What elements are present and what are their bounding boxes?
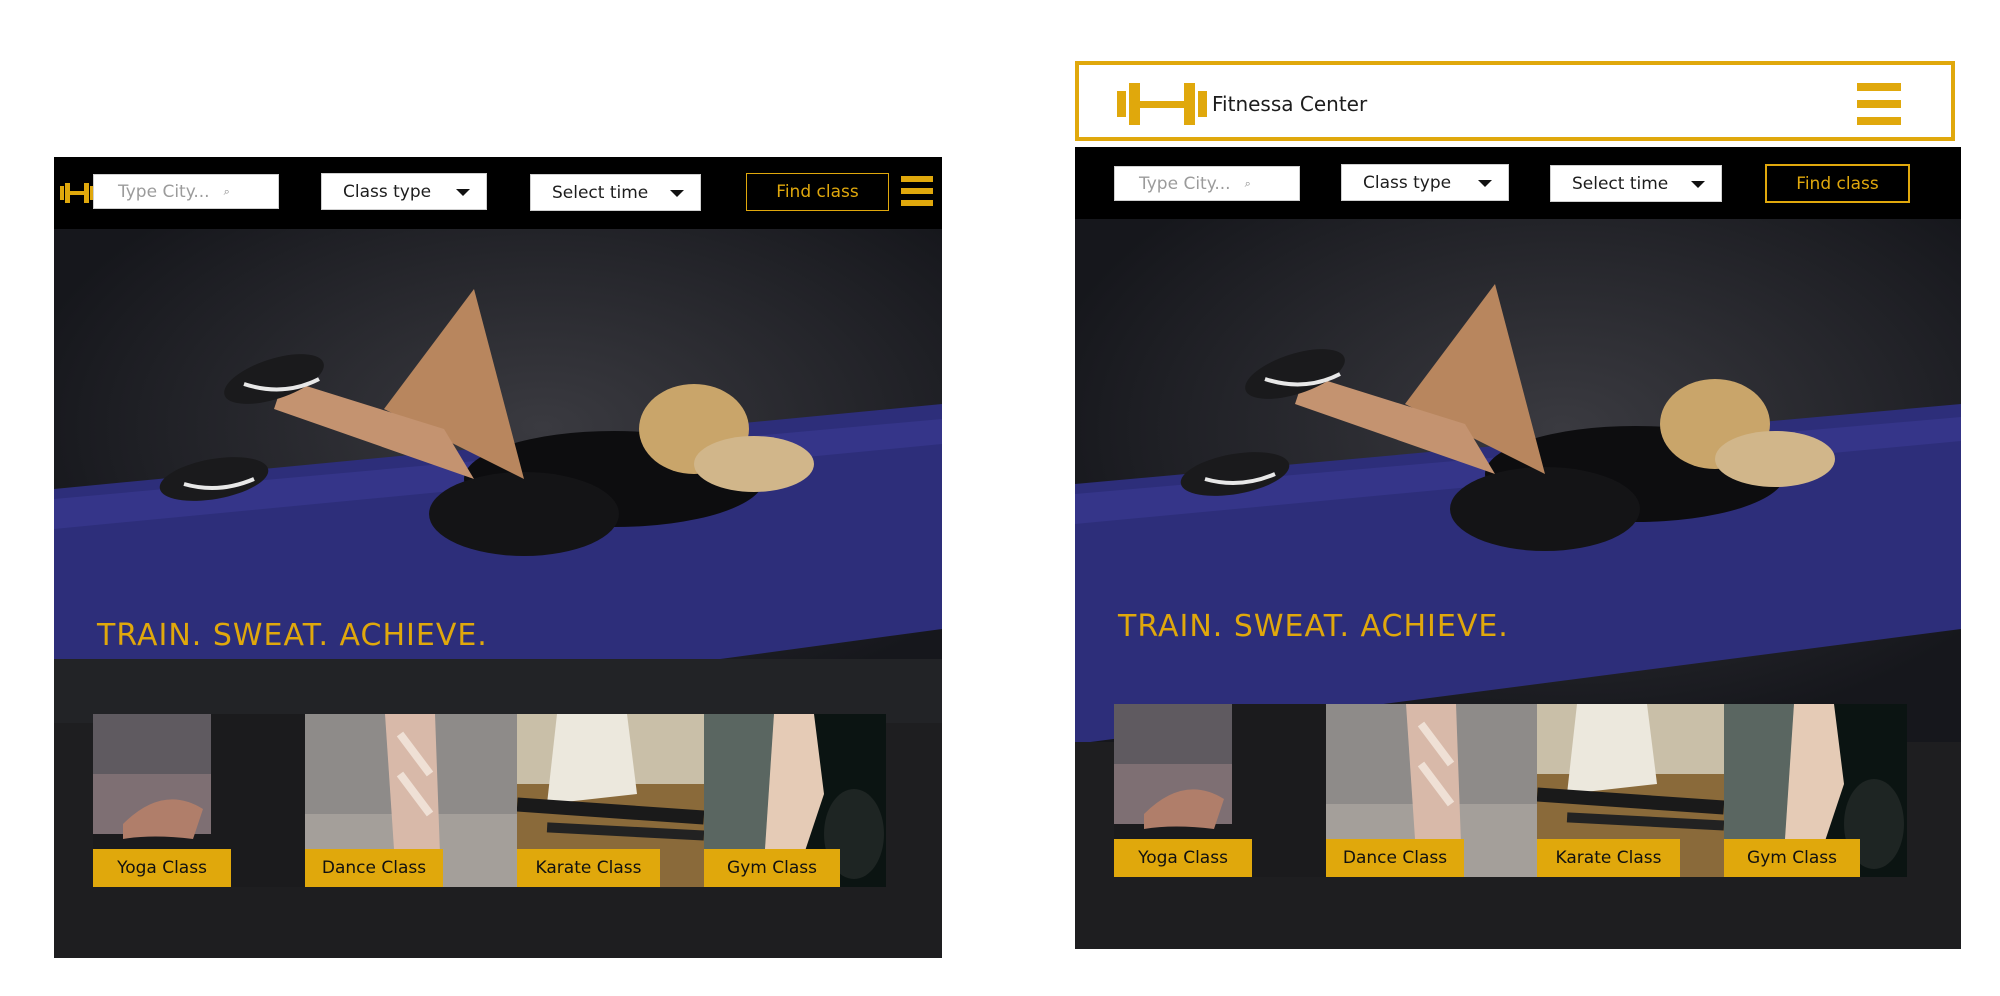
class-label-dance[interactable]: Dance Class [1326, 839, 1464, 877]
class-card-yoga[interactable]: Yoga Class [93, 714, 305, 887]
class-type-dropdown[interactable]: Class type [1341, 164, 1509, 201]
class-type-label: Class type [343, 181, 432, 202]
hero-workout-image [1075, 219, 1961, 742]
desktop-preview: Type City... ⌕ Class type Select time Fi… [54, 157, 942, 958]
class-type-label: Class type [1363, 172, 1452, 193]
select-time-label: Select time [1572, 173, 1669, 194]
app-header: Fitnessa Center [1075, 61, 1955, 141]
class-card-yoga[interactable]: Yoga Class [1114, 704, 1326, 877]
search-toolbar: Type City... ⌕ Class type Select time Fi… [1075, 147, 1961, 219]
class-type-dropdown[interactable]: Class type [321, 173, 487, 210]
find-class-button[interactable]: Find class [746, 173, 889, 211]
hamburger-menu-icon[interactable] [901, 176, 933, 206]
dumbbell-icon[interactable] [1117, 83, 1207, 125]
class-card-karate[interactable]: Karate Class [1537, 704, 1724, 877]
class-cards: Yoga Class Dance Class Karate Class Gym … [1114, 704, 1907, 877]
caret-down-icon [1478, 179, 1492, 187]
class-label-yoga[interactable]: Yoga Class [1114, 839, 1252, 877]
search-toolbar: Type City... ⌕ Class type Select time Fi… [54, 157, 942, 229]
select-time-dropdown[interactable]: Select time [1550, 165, 1722, 202]
class-card-karate[interactable]: Karate Class [517, 714, 704, 887]
dumbbell-icon[interactable] [60, 183, 94, 203]
class-card-gym[interactable]: Gym Class [704, 714, 886, 887]
class-card-dance[interactable]: Dance Class [1326, 704, 1537, 877]
city-search-input[interactable]: Type City... ⌕ [1114, 166, 1300, 201]
class-label-gym[interactable]: Gym Class [1724, 839, 1860, 877]
find-class-button[interactable]: Find class [1765, 164, 1910, 203]
class-card-gym[interactable]: Gym Class [1724, 704, 1907, 877]
class-label-karate[interactable]: Karate Class [517, 849, 660, 887]
city-search-input[interactable]: Type City... ⌕ [93, 174, 279, 209]
class-cards: Yoga Class Dance Class Karate Class Gym … [93, 714, 886, 887]
class-label-karate[interactable]: Karate Class [1537, 839, 1680, 877]
hero-banner [1075, 219, 1961, 742]
class-label-dance[interactable]: Dance Class [305, 849, 443, 887]
brand-name: Fitnessa Center [1212, 92, 1368, 116]
select-time-dropdown[interactable]: Select time [530, 174, 701, 211]
hamburger-menu-icon[interactable] [1857, 83, 1901, 125]
city-placeholder: Type City... [1139, 173, 1231, 194]
caret-down-icon [1691, 180, 1705, 188]
caret-down-icon [670, 189, 684, 197]
hero-tagline: TRAIN. SWEAT. ACHIEVE. [1118, 609, 1509, 644]
tablet-preview: Type City... ⌕ Class type Select time Fi… [1075, 147, 1961, 949]
class-card-dance[interactable]: Dance Class [305, 714, 517, 887]
search-icon[interactable]: ⌕ [224, 185, 230, 199]
caret-down-icon [456, 188, 470, 196]
search-icon[interactable]: ⌕ [1245, 177, 1251, 191]
select-time-label: Select time [552, 182, 649, 203]
class-label-yoga[interactable]: Yoga Class [93, 849, 231, 887]
city-placeholder: Type City... [118, 181, 210, 202]
class-label-gym[interactable]: Gym Class [704, 849, 840, 887]
hero-tagline: TRAIN. SWEAT. ACHIEVE. [97, 618, 488, 653]
